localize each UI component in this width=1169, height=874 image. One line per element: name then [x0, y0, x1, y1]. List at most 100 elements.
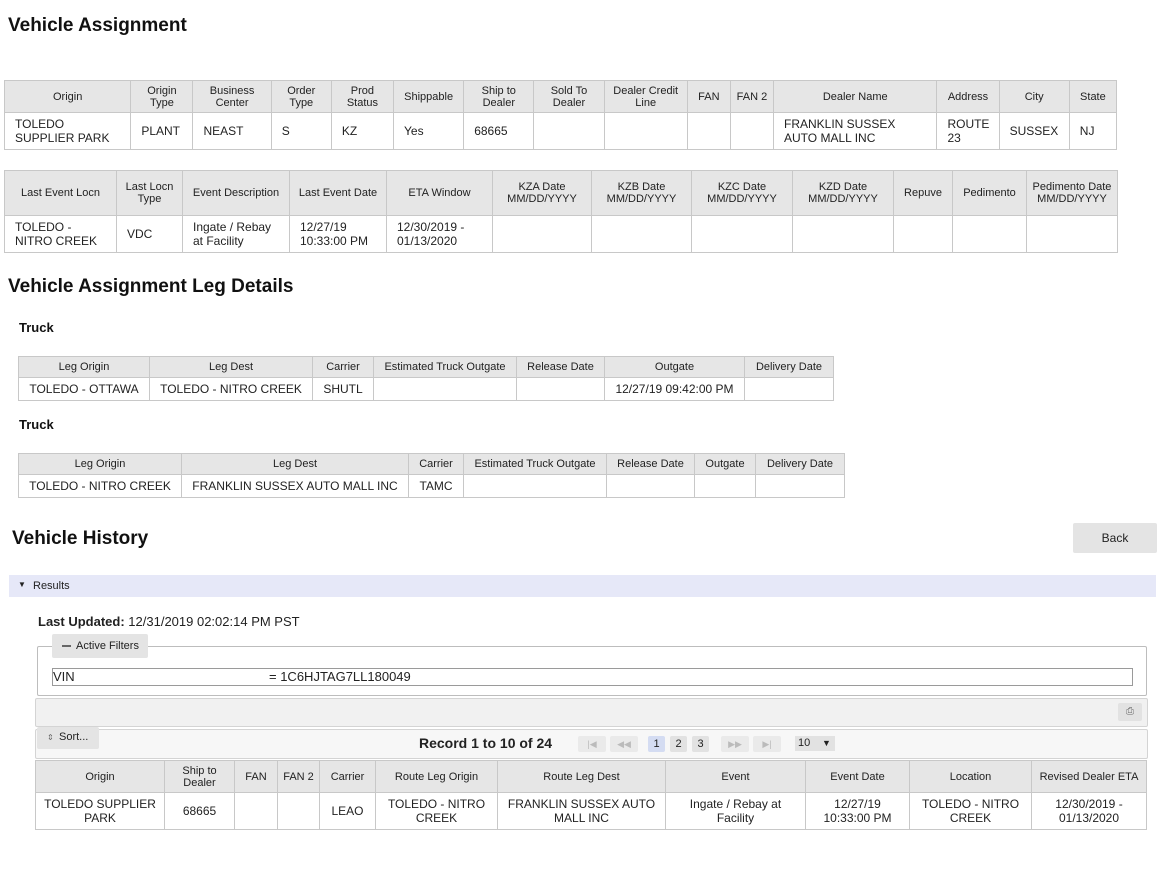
table-cell	[755, 474, 845, 498]
table-cell	[893, 215, 953, 253]
table-cell: VDC	[116, 215, 183, 253]
header-cell: Pedimento Date MM/DD/YYYY	[1026, 170, 1118, 216]
header-cell[interactable]: Ship to Dealer	[164, 760, 235, 793]
leg-details-title: Vehicle Assignment Leg Details	[8, 276, 294, 297]
results-label: Results	[33, 580, 70, 592]
table-cell: Yes	[392, 112, 465, 150]
results-section-header[interactable]: ▼ Results	[9, 575, 1156, 597]
header-cell: Estimated Truck Outgate	[463, 453, 607, 475]
table-row: TOLEDO - NITRO CREEK FRANKLIN SUSSEX AUT…	[18, 474, 845, 498]
header-cell[interactable]: Route Leg Dest	[497, 760, 666, 793]
table-cell	[606, 474, 695, 498]
sort-button[interactable]: ⇕ Sort...	[37, 727, 99, 749]
header-cell[interactable]: Event	[665, 760, 806, 793]
table-cell: 12/30/2019 - 01/13/2020	[386, 215, 493, 253]
print-icon[interactable]: ⎙	[1118, 703, 1142, 721]
header-cell: KZB Date MM/DD/YYYY	[591, 170, 692, 216]
table-cell: TOLEDO - NITRO CREEK	[4, 215, 117, 253]
header-cell: Delivery Date	[744, 356, 834, 378]
header-cell: Leg Dest	[149, 356, 313, 378]
page-button-1[interactable]: 1	[648, 736, 665, 752]
table-cell: TOLEDO - OTTAWA	[18, 377, 150, 401]
leg-mode-label: Truck	[19, 320, 54, 335]
header-cell[interactable]: Carrier	[319, 760, 376, 793]
header-cell[interactable]: Route Leg Origin	[375, 760, 498, 793]
table-cell: ROUTE 23	[936, 112, 1000, 150]
table-cell: TOLEDO - NITRO CREEK	[149, 377, 313, 401]
prev-page-button[interactable]: ◀◀	[610, 736, 638, 752]
table-cell: PLANT	[130, 112, 194, 150]
table-cell: Ingate / Rebay at Facility	[182, 215, 290, 253]
table-cell	[686, 112, 731, 150]
table-cell: 12/30/2019 - 01/13/2020	[1031, 792, 1147, 830]
table-cell: FRANKLIN SUSSEX AUTO MALL INC	[181, 474, 409, 498]
table-cell: TAMC	[408, 474, 464, 498]
table-cell: 12/27/19 10:33:00 PM	[805, 792, 910, 830]
table-cell	[729, 112, 775, 150]
table-cell	[277, 792, 320, 830]
header-cell: Business Center	[192, 80, 272, 113]
table-cell: TOLEDO - NITRO CREEK	[18, 474, 182, 498]
header-cell: Dealer Name	[772, 80, 938, 113]
header-cell: Outgate	[604, 356, 745, 378]
last-page-button[interactable]: ▶|	[753, 736, 781, 752]
header-cell[interactable]: Location	[909, 760, 1032, 793]
table-cell: NJ	[1068, 112, 1118, 150]
header-cell: Last Event Date	[289, 170, 387, 216]
export-toolbar: ⎙	[35, 698, 1148, 727]
header-cell: KZD Date MM/DD/YYYY	[792, 170, 894, 216]
header-cell: Outgate	[694, 453, 756, 475]
table-cell	[591, 215, 692, 253]
header-cell: Address	[936, 80, 1000, 113]
header-cell: Carrier	[312, 356, 374, 378]
header-cell[interactable]: Event Date	[805, 760, 910, 793]
header-cell: KZA Date MM/DD/YYYY	[492, 170, 592, 216]
header-cell: Sold To Dealer	[533, 80, 605, 113]
header-cell: Release Date	[606, 453, 695, 475]
table-row: TOLEDO - NITRO CREEK VDC Ingate / Rebay …	[4, 215, 1118, 253]
page-size-value: 10	[798, 737, 811, 749]
page-size-select[interactable]: 10 ▼	[795, 736, 835, 751]
history-table: Origin Ship to Dealer FAN FAN 2 Carrier …	[35, 760, 1147, 830]
page-button-3[interactable]: 3	[692, 736, 709, 752]
header-cell[interactable]: FAN	[234, 760, 278, 793]
header-cell: Ship to Dealer	[463, 80, 535, 113]
table-cell	[744, 377, 834, 401]
header-cell[interactable]: Revised Dealer ETA	[1031, 760, 1147, 793]
table-cell: TOLEDO - NITRO CREEK	[909, 792, 1032, 830]
table-cell: TOLEDO SUPPLIER PARK	[35, 792, 165, 830]
header-cell[interactable]: Origin	[35, 760, 165, 793]
table-cell	[1026, 215, 1118, 253]
filter-row: VIN = 1C6HJTAG7LL180049	[52, 668, 1133, 686]
header-cell: KZC Date MM/DD/YYYY	[691, 170, 793, 216]
table-cell: S	[270, 112, 332, 150]
header-cell: FAN	[686, 80, 731, 113]
caret-down-icon: ▼	[18, 580, 26, 589]
table-cell: TOLEDO - NITRO CREEK	[375, 792, 498, 830]
page-button-2[interactable]: 2	[670, 736, 687, 752]
header-cell: Leg Origin	[18, 356, 150, 378]
header-cell: Leg Origin	[18, 453, 182, 475]
table-cell	[603, 112, 688, 150]
header-cell[interactable]: FAN 2	[277, 760, 320, 793]
table-cell	[792, 215, 894, 253]
header-cell: City	[998, 80, 1070, 113]
next-page-button[interactable]: ▶▶	[721, 736, 749, 752]
active-filters-label: Active Filters	[76, 640, 139, 652]
header-cell: Last Event Locn	[4, 170, 117, 216]
table-cell: TOLEDO SUPPLIER PARK	[3, 112, 132, 150]
header-cell: Leg Dest	[181, 453, 409, 475]
table-cell	[691, 215, 793, 253]
last-updated: Last Updated: 12/31/2019 02:02:14 PM PST	[38, 614, 300, 629]
table-cell: 68665	[164, 792, 235, 830]
table-cell: FRANKLIN SUSSEX AUTO MALL INC	[497, 792, 666, 830]
table-cell: NEAST	[192, 112, 272, 150]
header-cell: Carrier	[408, 453, 464, 475]
header-cell: Estimated Truck Outgate	[373, 356, 517, 378]
active-filters-toggle[interactable]: Active Filters	[52, 634, 148, 658]
back-button[interactable]: Back	[1073, 523, 1157, 553]
header-cell: Delivery Date	[755, 453, 845, 475]
table-cell	[492, 215, 592, 253]
sort-icon: ⇕	[47, 733, 54, 742]
first-page-button[interactable]: |◀	[578, 736, 606, 752]
